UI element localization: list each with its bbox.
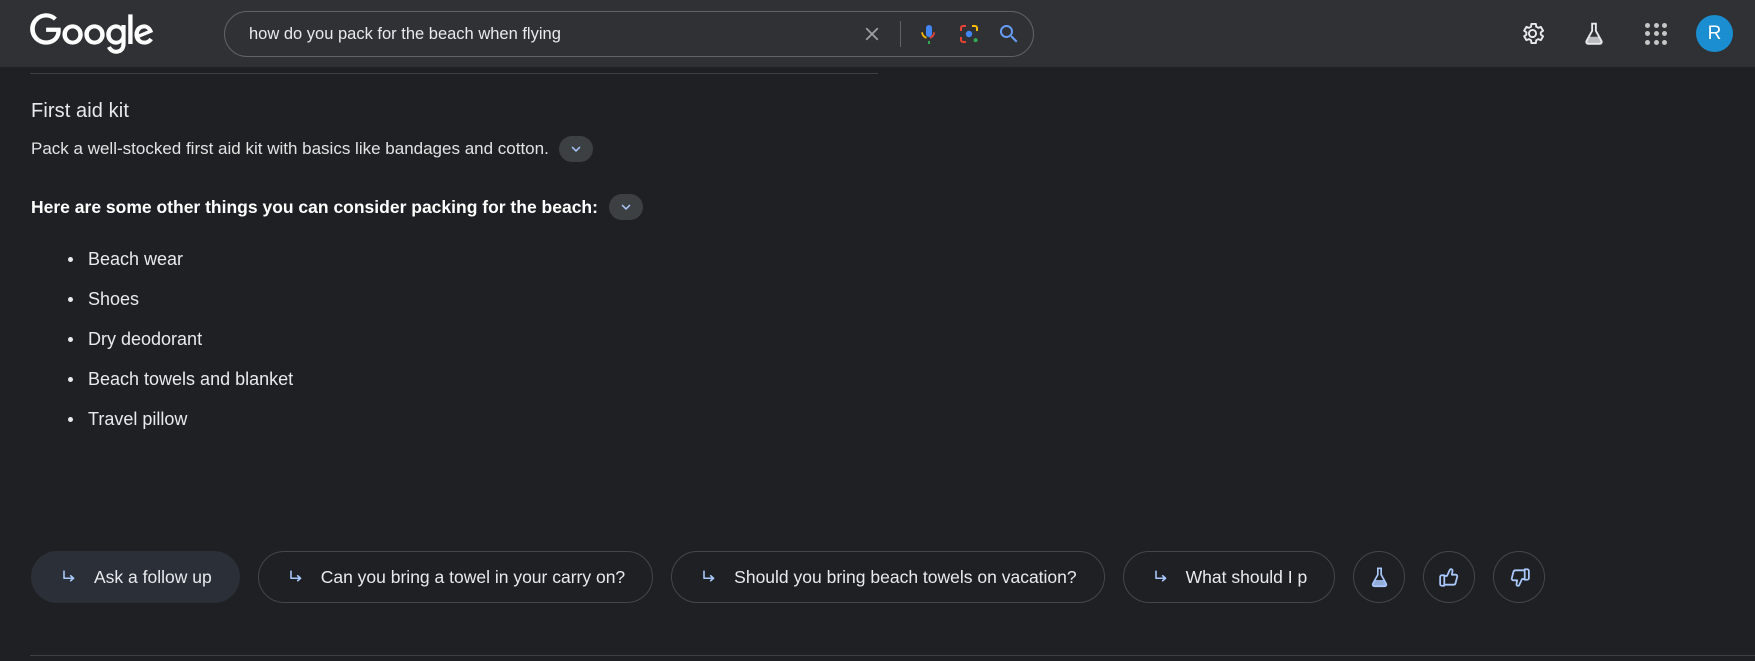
thumbs-up-icon: [1438, 567, 1458, 587]
google-apps-button[interactable]: [1634, 12, 1678, 56]
subdirectory-arrow-icon: [1151, 567, 1171, 587]
search-box[interactable]: [224, 10, 1034, 57]
list-item: Beach towels and blanket: [51, 366, 1400, 392]
microphone-icon: [921, 24, 935, 44]
list-item: Beach wear: [51, 246, 1400, 272]
chip-label: Should you bring beach towels on vacatio…: [734, 566, 1077, 587]
chip-label: Ask a follow up: [94, 566, 212, 587]
page-title: First aid kit: [31, 100, 129, 122]
chevron-down-icon: [621, 204, 631, 210]
other-items-heading: Here are some other things you can consi…: [31, 197, 598, 217]
list-item: Travel pillow: [51, 406, 1400, 432]
search-submit-button[interactable]: [989, 14, 1029, 54]
chip-ask-a-follow-up[interactable]: Ask a follow up: [31, 551, 240, 603]
list-item: Shoes: [51, 286, 1400, 312]
search-icon: [1000, 24, 1018, 42]
gear-icon: [1522, 22, 1544, 45]
list-item: Dry deodorant: [51, 326, 1400, 352]
search-divider: [900, 20, 901, 47]
section-description: Pack a well-stocked first aid kit with b…: [31, 139, 549, 158]
voice-search-button[interactable]: [909, 14, 949, 54]
flask-icon: [1371, 567, 1387, 587]
chip-followup-2[interactable]: Should you bring beach towels on vacatio…: [671, 551, 1105, 603]
ai-overview-content: First aid kit Pack a well-stocked first …: [0, 67, 1400, 432]
settings-button[interactable]: [1510, 12, 1554, 56]
other-items-heading-row: Here are some other things you can consi…: [31, 194, 1400, 220]
expand-other-items-button[interactable]: [608, 194, 643, 220]
chip-label: Can you bring a towel in your carry on?: [320, 566, 626, 587]
section-description-row: Pack a well-stocked first aid kit with b…: [31, 136, 1400, 162]
top-header-bar: R: [0, 0, 1755, 67]
clear-search-button[interactable]: [852, 14, 892, 54]
content-bottom-divider: [30, 655, 1755, 656]
google-logo[interactable]: [30, 12, 154, 55]
expand-section-button[interactable]: [558, 136, 593, 162]
thumbs-up-button[interactable]: [1423, 551, 1476, 603]
labs-feedback-button[interactable]: [1353, 551, 1406, 603]
chevron-down-icon: [571, 146, 581, 152]
google-lens-icon: [960, 24, 978, 43]
search-input[interactable]: [249, 21, 852, 46]
followup-actions-row: Ask a follow up Can you bring a towel in…: [31, 550, 1755, 604]
avatar[interactable]: R: [1696, 15, 1733, 52]
lens-search-button[interactable]: [949, 14, 989, 54]
chip-followup-3[interactable]: What should I p: [1122, 551, 1336, 603]
header-actions: R: [1510, 12, 1733, 56]
close-icon: [865, 27, 879, 40]
subdirectory-arrow-icon: [286, 567, 306, 587]
thumbs-down-icon: [1510, 567, 1530, 587]
search-bar-wrapper: [224, 10, 1034, 57]
content-top-divider: [30, 73, 878, 74]
apps-grid-icon: [1645, 22, 1667, 45]
chip-followup-1[interactable]: Can you bring a towel in your carry on?: [257, 551, 654, 603]
thumbs-down-button[interactable]: [1493, 551, 1546, 603]
subdirectory-arrow-icon: [699, 567, 719, 587]
main-content: First aid kit Pack a well-stocked first …: [0, 67, 1755, 661]
subdirectory-arrow-icon: [59, 567, 79, 587]
packing-items-list: Beach wear Shoes Dry deodorant Beach tow…: [51, 246, 1400, 432]
flask-icon: [1585, 22, 1603, 45]
search-labs-button[interactable]: [1572, 12, 1616, 56]
chip-label: What should I p: [1185, 566, 1308, 587]
